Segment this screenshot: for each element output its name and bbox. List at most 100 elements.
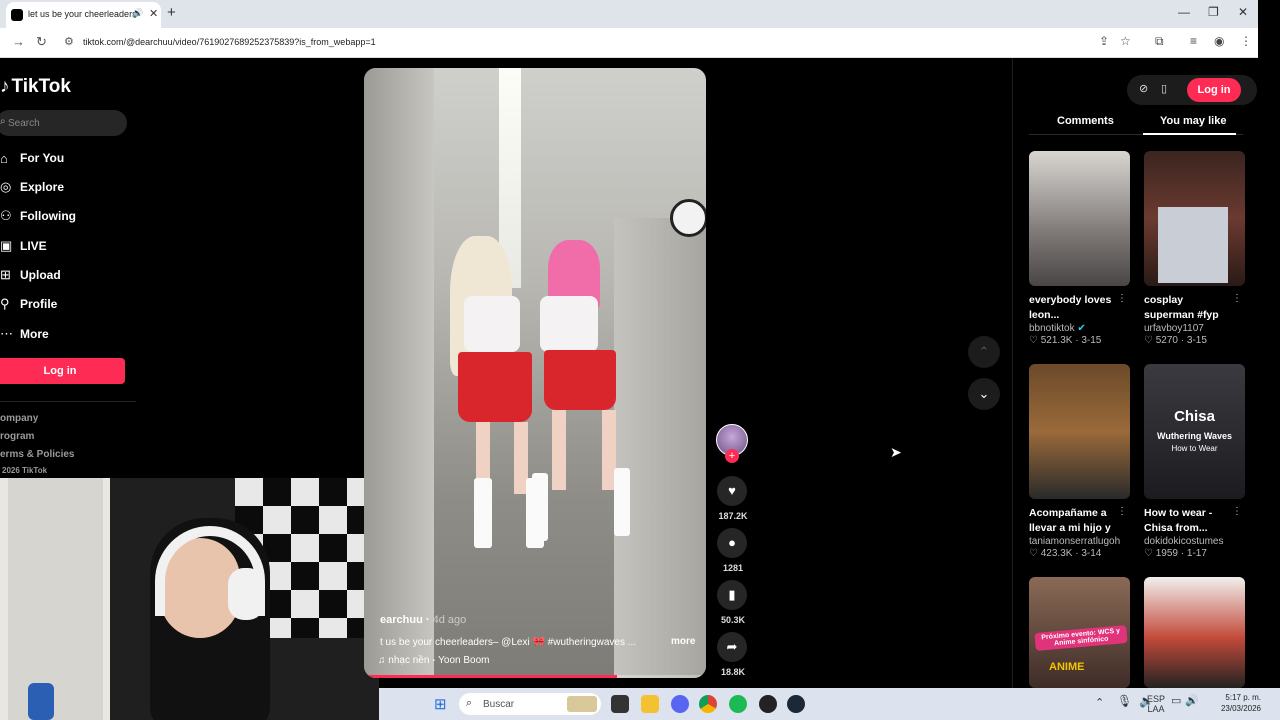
home-icon: ⌂ <box>0 150 8 166</box>
share-icon: ➦ <box>726 639 738 654</box>
tab-comments[interactable]: Comments <box>1057 115 1114 127</box>
card-thumbnail[interactable] <box>1144 577 1245 688</box>
volume-icon[interactable]: 🔊 <box>1185 694 1199 707</box>
display-icon[interactable]: ▭ <box>1171 694 1181 707</box>
footer-link-program[interactable]: rogram <box>0 431 34 442</box>
card-author[interactable]: bbnotiktok ✔ <box>1029 323 1130 334</box>
sidebar-item-label: For You <box>20 151 65 165</box>
sidebar-divider <box>0 401 136 402</box>
sidebar-item-following[interactable]: ⚇ Following <box>0 206 76 226</box>
follow-plus-icon[interactable]: + <box>725 449 739 463</box>
close-window-button[interactable]: ✕ <box>1238 5 1248 19</box>
coin-icon[interactable]: ⊘ <box>1139 82 1148 95</box>
card-thumbnail[interactable] <box>1029 364 1130 499</box>
forward-icon[interactable]: → <box>12 34 25 49</box>
sidebar-item-upload[interactable]: ⊞ Upload <box>0 265 61 285</box>
speaker-icon[interactable]: 🔊 <box>132 8 143 19</box>
device-icon[interactable]: ▯ <box>1161 82 1167 95</box>
install-app-icon[interactable]: ⇪ <box>1099 34 1109 48</box>
card-thumbnail[interactable]: Próximo evento: WCS y Anime sinfónico AN… <box>1029 577 1130 688</box>
sock <box>474 478 492 548</box>
live-icon: ▣ <box>0 238 13 253</box>
card-thumbnail[interactable] <box>1144 151 1245 286</box>
video-music[interactable]: ♫ nhạc nền - Yoon Boom <box>378 655 489 666</box>
recommended-card[interactable]: cosplay superman #fyp #cosplay... ⋮ urfa… <box>1144 151 1245 346</box>
discord-icon[interactable] <box>671 695 689 713</box>
recommended-card[interactable] <box>1144 577 1245 688</box>
reload-icon[interactable]: ↻ <box>36 34 47 50</box>
sidebar-item-more[interactable]: ⋯ More <box>0 324 49 344</box>
search-highlight-icon <box>567 696 597 712</box>
share-button[interactable]: ➦ <box>717 632 747 662</box>
card-menu-icon[interactable]: ⋮ <box>1232 506 1242 517</box>
music-title: nhạc nền - Yoon Boom <box>388 655 490 666</box>
steam-icon[interactable] <box>787 695 805 713</box>
search-input[interactable]: ⌕ Search <box>0 110 127 136</box>
footer-link-company[interactable]: ompany <box>0 413 38 424</box>
bookmark-star-icon[interactable]: ☆ <box>1120 34 1131 48</box>
card-author[interactable]: taniamonserratlugoh <box>1029 536 1130 547</box>
recommended-card[interactable]: Acompañame a llevar a mi hijo y ... ⋮ ta… <box>1029 364 1130 559</box>
taskbar-clock[interactable]: 5:17 p. m. 23/03/2026 <box>1199 692 1261 714</box>
sidebar-item-for-you[interactable]: ⌂ For You <box>0 148 64 168</box>
tab-you-may-like[interactable]: You may like <box>1160 115 1226 127</box>
sidebar-item-live[interactable]: ▣ LIVE <box>0 236 47 256</box>
thumb-text: Wuthering Waves <box>1156 431 1232 441</box>
footer-link-terms[interactable]: erms & Policies <box>0 449 74 460</box>
comment-count: 1281 <box>722 563 744 573</box>
language-indicator[interactable]: ESP LAA <box>1141 694 1171 714</box>
card-menu-icon[interactable]: ⋮ <box>1117 293 1127 304</box>
taskbar-search[interactable]: ⌕ Buscar <box>459 693 601 715</box>
sidebar-item-profile[interactable]: ⚲ Profile <box>0 294 57 314</box>
tiktok-favicon <box>11 9 23 21</box>
video-author[interactable]: earchuu · 4d ago <box>380 614 466 626</box>
site-info-icon[interactable]: ⚙ <box>64 35 74 48</box>
omnibox[interactable]: ⚙ tiktok.com/@dearchuu/video/76190276892… <box>58 32 1138 54</box>
card-menu-icon[interactable]: ⋮ <box>1232 293 1242 304</box>
tiktok-logo[interactable]: ♪ TikTok <box>0 76 71 98</box>
headphone-cup <box>228 568 264 620</box>
card-author[interactable]: urfavboy1107 <box>1144 323 1245 334</box>
media-control-icon[interactable]: ≡ <box>1190 34 1197 48</box>
save-button[interactable]: ▮ <box>717 580 747 610</box>
microphone-icon[interactable]: 🎙 <box>1117 694 1132 708</box>
card-thumbnail[interactable]: Chisa Wuthering Waves How to Wear <box>1144 364 1245 499</box>
login-button[interactable]: Log in <box>0 358 125 384</box>
cheerleader-shirt-right <box>540 296 598 352</box>
spotify-icon[interactable] <box>729 695 747 713</box>
taskbar-search-text: Buscar <box>483 699 515 710</box>
like-button[interactable]: ♥ <box>717 476 747 506</box>
next-video-button[interactable]: ⌄ <box>968 378 1000 410</box>
video-username[interactable]: earchuu <box>380 614 423 626</box>
login-button-top[interactable]: Log in <box>1187 78 1241 102</box>
sidebar-item-explore[interactable]: ◎ Explore <box>0 177 64 197</box>
file-explorer-icon[interactable] <box>641 695 659 713</box>
video-progress-bar[interactable] <box>364 675 706 678</box>
more-button[interactable]: more <box>671 636 695 647</box>
recommended-card[interactable]: everybody loves leon... ⋮ bbnotiktok ✔ ♡… <box>1029 151 1130 346</box>
tray-chevron-icon[interactable]: ⌃ <box>1095 696 1104 709</box>
windows-start-icon[interactable]: ⊞ <box>434 695 447 713</box>
video-player[interactable]: earchuu · 4d ago t us be your cheerleade… <box>364 68 706 678</box>
recommended-card[interactable]: Chisa Wuthering Waves How to Wear How to… <box>1144 364 1245 559</box>
minimize-button[interactable]: — <box>1178 5 1190 19</box>
maximize-button[interactable]: ❐ <box>1208 5 1219 19</box>
chrome-icon[interactable] <box>699 695 717 713</box>
card-thumbnail[interactable] <box>1029 151 1130 286</box>
card-likes: 1959 <box>1155 548 1178 559</box>
recommended-card[interactable]: Próximo evento: WCS y Anime sinfónico AN… <box>1029 577 1130 688</box>
task-view-icon[interactable] <box>611 695 629 713</box>
extensions-icon[interactable]: ⧉ <box>1155 34 1164 49</box>
comment-button[interactable]: ● <box>717 528 747 558</box>
card-author[interactable]: dokidokicostumes <box>1144 536 1245 547</box>
previous-video-button[interactable]: ⌃ <box>968 336 1000 368</box>
browser-tab[interactable]: let us be your cheerleaders 🔊 ✕ <box>6 2 161 28</box>
profile-icon[interactable]: ◉ <box>1214 34 1224 48</box>
new-tab-button[interactable]: + <box>167 4 176 21</box>
menu-dots-icon[interactable]: ⋮ <box>1240 34 1252 48</box>
obs-icon[interactable] <box>759 695 777 713</box>
close-tab-icon[interactable]: ✕ <box>149 7 158 20</box>
thumb-text: Próximo evento: WCS y Anime sinfónico <box>1034 625 1128 651</box>
card-menu-icon[interactable]: ⋮ <box>1117 506 1127 517</box>
thumb-text: Chisa <box>1174 408 1215 425</box>
